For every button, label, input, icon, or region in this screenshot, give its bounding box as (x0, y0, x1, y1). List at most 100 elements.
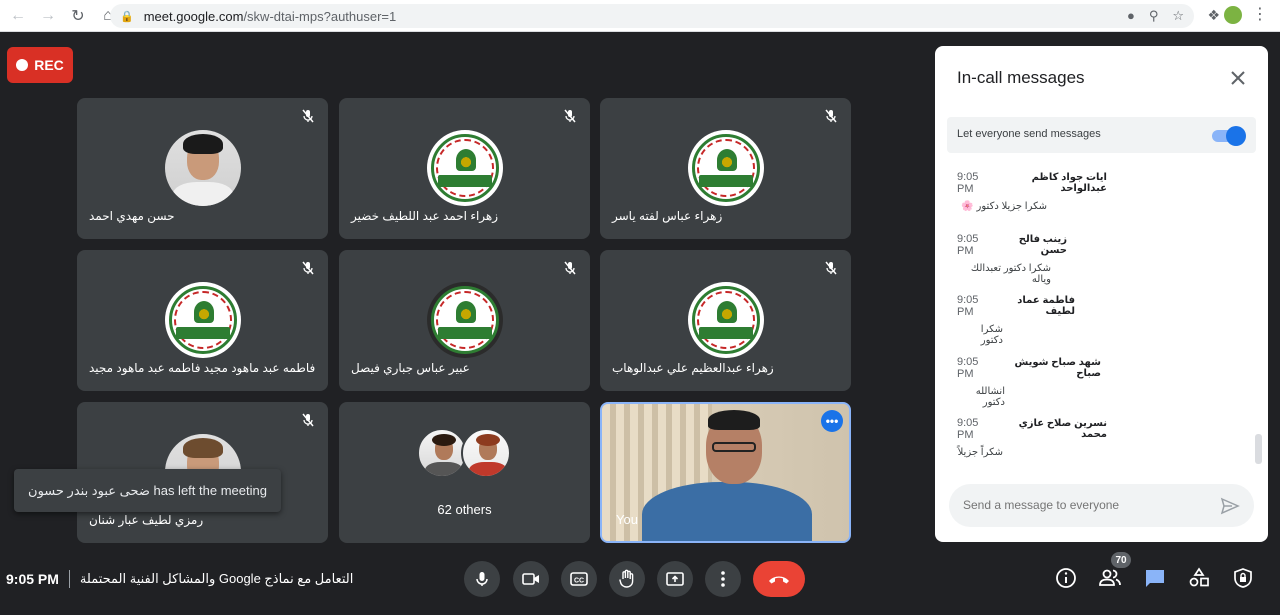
close-icon[interactable] (1226, 66, 1250, 90)
participant-tile[interactable]: حسن مهدي احمد (77, 98, 328, 239)
present-screen-icon (666, 572, 684, 586)
mic-muted-icon (564, 261, 576, 275)
microphone-button[interactable] (464, 561, 500, 597)
leave-call-button[interactable] (753, 561, 805, 597)
activities-button[interactable] (1186, 565, 1212, 591)
more-options-button[interactable] (705, 561, 741, 597)
message-time: 9:05 PM (957, 294, 979, 318)
participant-name: عبير عباس جباري فيصل (351, 361, 470, 375)
participant-tile[interactable]: زهراء احمد عبد اللطيف خضير (339, 98, 590, 239)
participant-tile[interactable]: عبير عباس جباري فيصل (339, 250, 590, 391)
message-input[interactable] (963, 498, 1193, 512)
mic-muted-icon (302, 261, 314, 275)
chat-icon (1146, 570, 1164, 587)
raise-hand-button[interactable] (609, 561, 645, 597)
microphone-icon (476, 572, 488, 586)
message-time: 9:05 PM (957, 417, 979, 441)
participant-name: فاطمه عبد ماهود مجيد فاطمه عبد ماهود مجي… (89, 361, 316, 375)
toggle-knob[interactable] (1226, 126, 1246, 146)
participant-name: زهراء احمد عبد اللطيف خضير (351, 209, 499, 223)
meeting-time: 9:05 PM (6, 571, 59, 587)
participants-count-badge: 70 (1111, 552, 1131, 568)
chat-button[interactable] (1142, 565, 1168, 591)
message-text: انشالله دكتور (975, 386, 1005, 408)
mic-muted-icon (302, 413, 314, 427)
avatar (417, 428, 467, 478)
zoom-icon[interactable]: ⚲ (1149, 8, 1159, 24)
message-text: شكرا جزيلا دكتور 🌸 (961, 201, 1047, 212)
chat-scrollbar[interactable] (1255, 434, 1262, 464)
hang-up-icon (769, 576, 789, 584)
camera-button[interactable] (513, 561, 549, 597)
message-time: 9:05 PM (957, 233, 979, 257)
reload-icon[interactable]: ↻ (66, 4, 90, 28)
video-camera-icon (522, 573, 539, 585)
present-now-button[interactable] (657, 561, 693, 597)
more-options-icon[interactable]: ••• (821, 410, 843, 432)
address-bar[interactable]: 🔒 meet.google.com/skw-dtai-mps?authuser=… (110, 4, 1194, 28)
bookmark-star-icon[interactable]: ☆ (1172, 8, 1184, 24)
shield-lock-icon (1234, 568, 1252, 588)
message-composer[interactable] (949, 484, 1254, 527)
forward-arrow-icon[interactable]: → (36, 4, 60, 28)
self-video-tile[interactable]: ••• You (600, 402, 851, 543)
participant-name: زهراء عباس لفته ياسر (612, 209, 723, 223)
meeting-details: 9:05 PM التعامل مع نماذج Google والمشاكل… (6, 570, 353, 588)
extensions-puzzle-icon[interactable]: ❖ (1207, 7, 1220, 24)
chat-message: زينب فالح حسن 9:05 PM شكرا دكتور تعبدالك… (957, 233, 1247, 285)
college-logo-avatar (687, 130, 764, 206)
message-sender: ايات جواد كاظم عبدالواحد (1031, 172, 1107, 194)
college-logo-avatar (164, 282, 241, 358)
divider (68, 570, 70, 588)
others-avatars (417, 428, 517, 480)
lock-icon: 🔒 (120, 10, 134, 23)
participant-name: رمزي لطيف عبار شنان (89, 513, 204, 527)
college-logo-avatar (687, 282, 764, 358)
more-vert-icon (721, 571, 725, 587)
participant-tile[interactable]: زهراء عبدالعظيم علي عبدالوهاب (600, 250, 851, 391)
participant-tile[interactable]: زهراء عباس لفته ياسر (600, 98, 851, 239)
message-time: 9:05 PM (957, 356, 979, 380)
send-icon[interactable] (1220, 496, 1240, 516)
avatar (461, 428, 511, 478)
record-dot-icon (16, 59, 29, 71)
chat-message: نسرين صلاح عازي محمد 9:05 PM شكراً جزيلا… (957, 417, 1247, 458)
panel-title: In-call messages (957, 68, 1085, 87)
profile-avatar[interactable] (1224, 6, 1242, 24)
others-tile[interactable]: 62 others (339, 402, 590, 543)
url-text: meet.google.com/skw-dtai-mps?authuser=1 (143, 8, 397, 24)
info-icon (1056, 568, 1076, 588)
captions-icon: CC (570, 572, 588, 586)
message-time: 9:05 PM (957, 171, 979, 195)
chat-message: شهد صباح شويش صباح 9:05 PM انشالله دكتور (957, 356, 1247, 408)
message-text: شكرا دكتور تعبدالك وياله (970, 263, 1051, 285)
in-call-messages-panel: In-call messages Let everyone send messa… (935, 46, 1268, 542)
message-text: شكراً جزيلاً (957, 447, 1003, 458)
recording-label: REC (34, 57, 64, 73)
browser-menu-icon[interactable]: ⋮ (1252, 6, 1268, 24)
recording-badge: REC (7, 47, 73, 83)
activities-shapes-icon (1189, 567, 1209, 587)
participant-name: حسن مهدي احمد (89, 209, 175, 223)
host-controls-button[interactable] (1230, 565, 1256, 591)
svg-text:CC: CC (574, 578, 584, 585)
others-count-label: 62 others (437, 502, 492, 517)
message-sender: زينب فالح حسن (1018, 234, 1067, 256)
message-sender: فاطمة عماد لطيف (1017, 295, 1075, 317)
meeting-title: التعامل مع نماذج Google والمشاكل الفنية … (79, 571, 354, 586)
participants-button[interactable] (1097, 565, 1123, 591)
browser-toolbar: ← → ↻ ⌂ 🔒 meet.google.com/skw-dtai-mps?a… (0, 0, 1280, 32)
captions-button[interactable]: CC (561, 561, 597, 597)
camera-icon[interactable]: ● (1127, 8, 1135, 24)
chat-message: ايات جواد كاظم عبدالواحد 9:05 PM شكرا جز… (957, 171, 1247, 212)
send-messages-toggle-row[interactable]: Let everyone send messages (947, 117, 1256, 153)
message-sender: شهد صباح شويش صباح (1014, 357, 1101, 379)
mic-muted-icon (825, 109, 837, 123)
toast-text: ضحى عبود بندر حسون has left the meeting (28, 482, 267, 498)
participant-left-toast: ضحى عبود بندر حسون has left the meeting (14, 469, 281, 512)
meeting-details-button[interactable] (1053, 565, 1079, 591)
raise-hand-icon (619, 569, 634, 588)
back-arrow-icon[interactable]: ← (6, 4, 30, 28)
people-icon (1099, 569, 1121, 586)
participant-tile[interactable]: فاطمه عبد ماهود مجيد فاطمه عبد ماهود مجي… (77, 250, 328, 391)
